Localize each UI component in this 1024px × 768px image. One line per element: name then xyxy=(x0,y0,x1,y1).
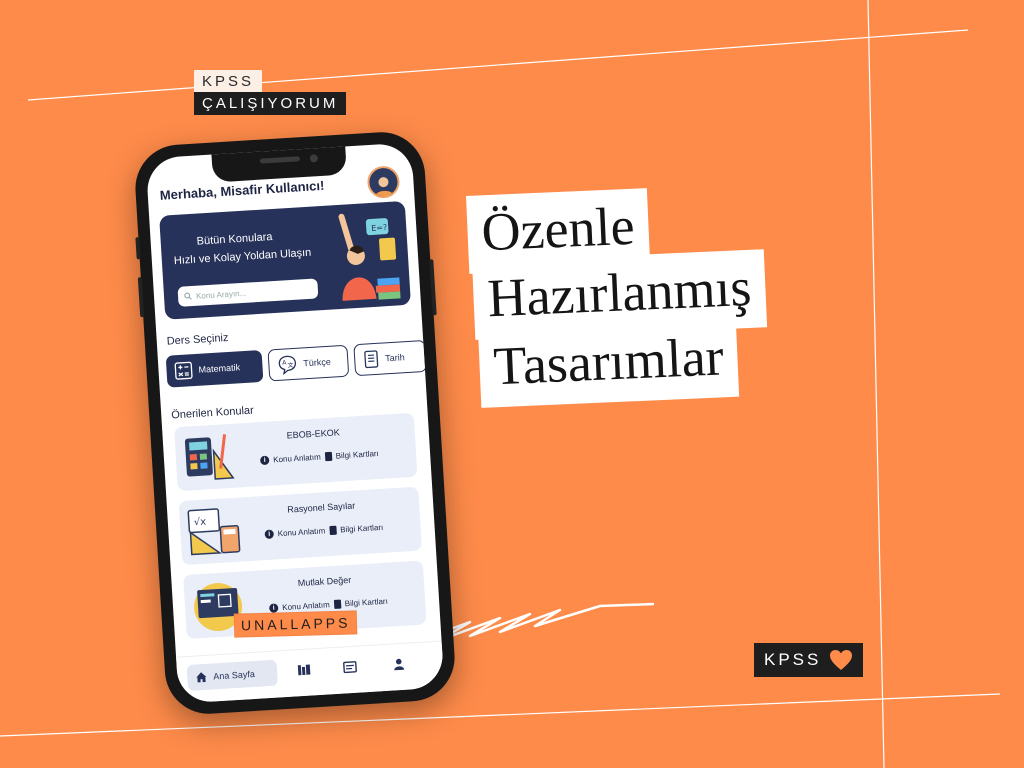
banner-line-2: Hızlı ve Kolay Yoldan Ulaşın xyxy=(173,246,312,268)
search-icon xyxy=(184,292,192,300)
topic-title: Mutlak Değer xyxy=(297,574,352,589)
nav-home-button[interactable]: Ana Sayfa xyxy=(186,659,278,692)
document-icon xyxy=(364,350,379,369)
brand-tag: UNALLAPPS xyxy=(233,610,358,638)
topic-cards-link[interactable]: Bilgi Kartları xyxy=(340,523,384,535)
lesson-chip-label: Matematik xyxy=(198,362,241,375)
math-icon xyxy=(174,361,193,380)
info-icon: i xyxy=(264,529,275,540)
lesson-chip-tarih[interactable]: Tarih xyxy=(353,339,428,377)
tag-calisiyorum: ÇALIŞIYORUM xyxy=(194,92,347,115)
topic-card[interactable]: √x Rasyonel Sayılar i Konu Anlatım Bilgi… xyxy=(178,486,423,566)
lesson-chip-turkce[interactable]: A 文 Türkçe xyxy=(267,344,350,382)
topic-title: EBOB-EKOK xyxy=(286,427,340,441)
nav-home-label: Ana Sayfa xyxy=(213,668,256,682)
lessons-heading: Ders Seçiniz xyxy=(166,331,229,348)
book-icon xyxy=(333,599,342,609)
banner-line-1: Bütün Konulara xyxy=(196,231,273,248)
calculator-ruler-icon xyxy=(184,434,235,480)
heart-icon xyxy=(830,650,853,670)
hero-banner: Bütün Konulara Hızlı ve Kolay Yoldan Ula… xyxy=(159,200,411,320)
topic-card[interactable]: EBOB-EKOK i Konu Anlatım Bilgi Kartları xyxy=(174,412,418,492)
user-avatar-icon xyxy=(375,177,394,197)
language-icon: A 文 xyxy=(278,355,296,375)
library-icon[interactable] xyxy=(297,663,312,676)
topics-heading: Önerilen Konular xyxy=(170,404,255,422)
topic-cards-link[interactable]: Bilgi Kartları xyxy=(344,597,388,609)
profile-icon[interactable] xyxy=(393,658,406,671)
topic-title: Rasyonel Sayılar xyxy=(286,500,356,515)
formula-calculator-icon: √x xyxy=(187,508,241,556)
topic-links: i Konu Anlatım Bilgi Kartları xyxy=(259,449,379,466)
search-input[interactable]: Konu Arayın... xyxy=(177,278,319,307)
book-icon xyxy=(328,525,337,536)
tag-kpss: KPSS xyxy=(194,70,263,93)
avatar[interactable] xyxy=(366,165,401,200)
svg-text:E=?: E=? xyxy=(371,223,388,233)
topic-links: i Konu Anlatım Bilgi Kartları xyxy=(264,523,384,540)
tag-kpss-heart: KPSS xyxy=(754,643,864,677)
svg-text:√x: √x xyxy=(194,517,207,529)
search-placeholder: Konu Arayın... xyxy=(195,288,247,301)
topic-cards-link[interactable]: Bilgi Kartları xyxy=(335,449,379,461)
lesson-chip-label: Türkçe xyxy=(303,356,332,369)
topic-lecture-link[interactable]: Konu Anlatım xyxy=(273,453,321,465)
home-icon xyxy=(196,672,207,683)
book-icon xyxy=(324,451,332,462)
greeting-text: Merhaba, Misafir Kullanıcı! xyxy=(159,177,325,203)
topic-lecture-link[interactable]: Konu Anlatım xyxy=(277,526,325,538)
tag-kpss-bottom-label: KPSS xyxy=(764,650,822,669)
svg-text:文: 文 xyxy=(287,361,293,369)
cards-icon[interactable] xyxy=(343,661,358,674)
lesson-chip-label: Tarih xyxy=(384,352,406,364)
lesson-chip-matematik[interactable]: Matematik xyxy=(165,349,264,388)
student-illustration-icon: E=? xyxy=(338,213,401,301)
info-icon: i xyxy=(259,455,270,466)
headline-line-3: Tasarımlar xyxy=(478,318,740,408)
